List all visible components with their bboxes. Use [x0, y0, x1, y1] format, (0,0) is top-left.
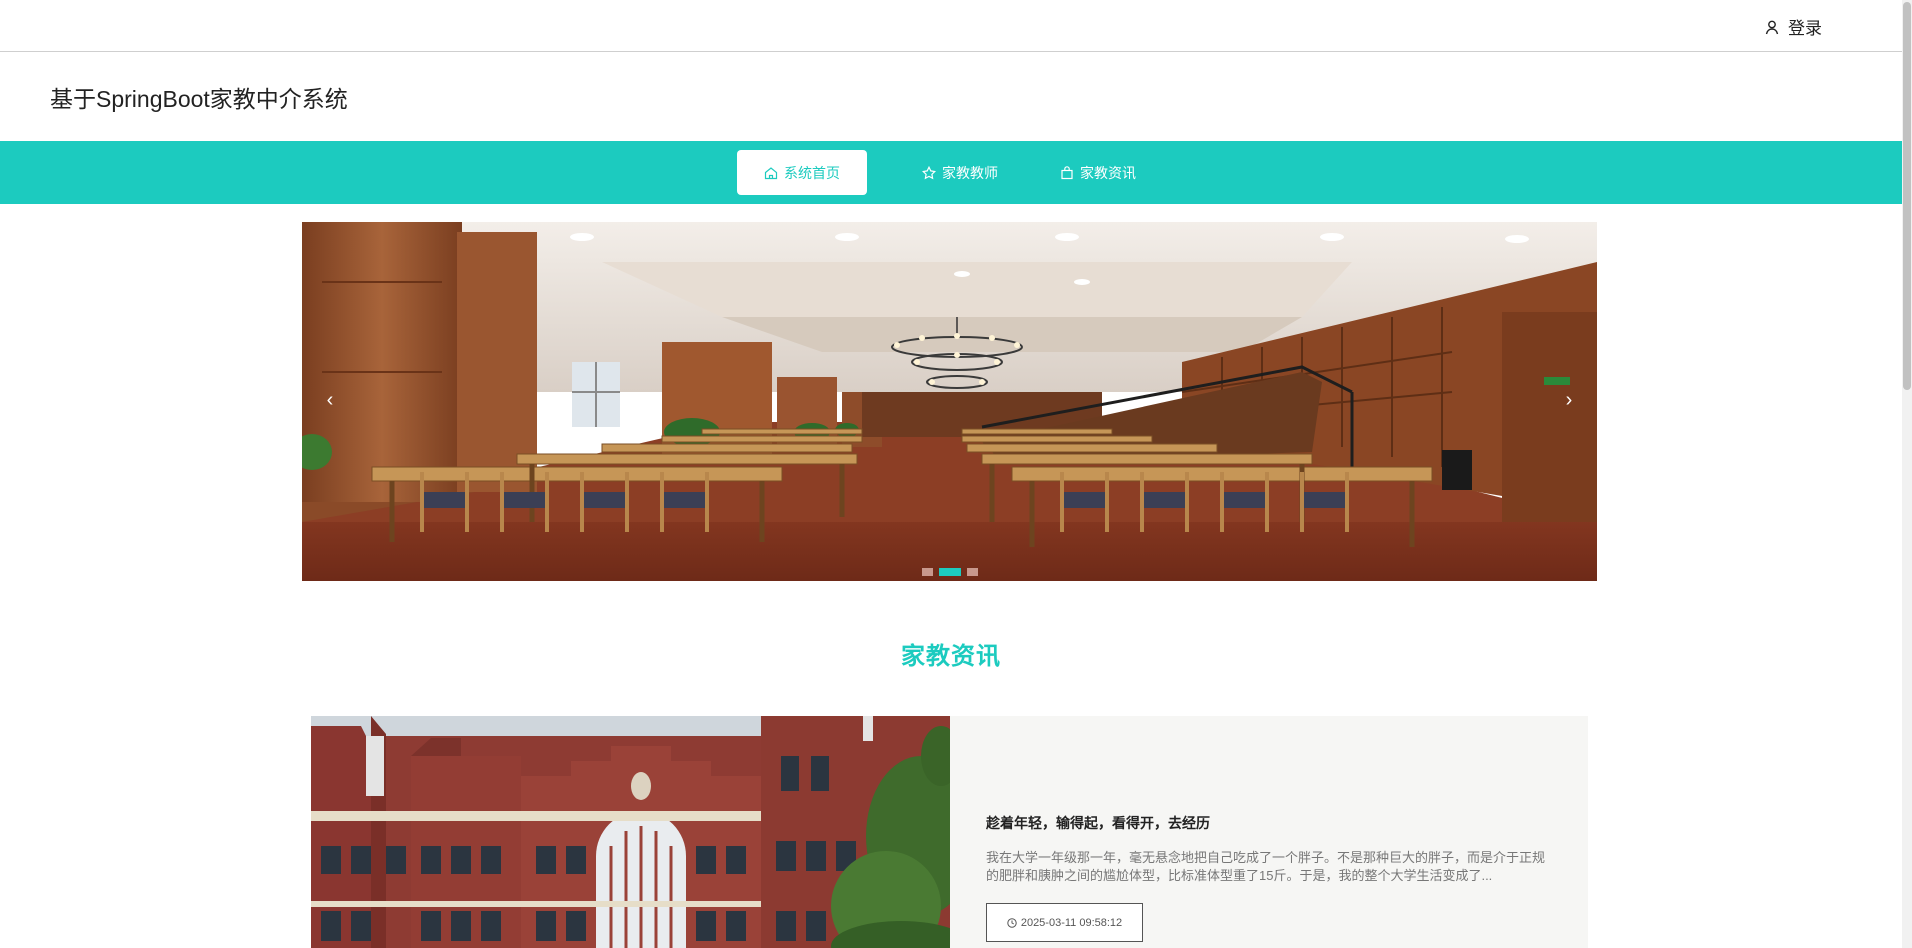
clock-icon [1007, 917, 1017, 928]
news-card[interactable]: 趁着年轻，输得起，看得开，去经历 我在大学一年级那一年，毫无悬念地把自己吃成了一… [311, 716, 1588, 948]
nav-item-teachers[interactable]: 家教教师 [895, 150, 1025, 195]
nav-item-label: 家教资讯 [1080, 164, 1136, 181]
news-thumbnail-image [311, 716, 950, 948]
carousel-dot-2[interactable] [938, 568, 961, 576]
site-title: 基于SpringBoot家教中介系统 [50, 86, 348, 112]
news-date-badge: 2025-03-11 09:58:12 [986, 903, 1143, 942]
news-description: 我在大学一年级那一年，毫无悬念地把自己吃成了一个胖子。不是那种巨大的胖子，而是介… [986, 850, 1546, 883]
carousel-dot-1[interactable] [921, 568, 933, 576]
news-title[interactable]: 趁着年轻，输得起，看得开，去经历 [986, 813, 1210, 833]
page-scrollbar[interactable] [1902, 0, 1912, 948]
site-header: 基于SpringBoot家教中介系统 [0, 52, 1902, 141]
banner-carousel[interactable]: ‹ › [302, 222, 1597, 581]
bag-icon [1061, 165, 1073, 179]
user-icon [1765, 20, 1779, 34]
top-bar: 登录 [0, 0, 1902, 52]
nav-item-news[interactable]: 家教资讯 [1033, 150, 1163, 195]
news-section-title: 家教资讯 [901, 643, 1001, 670]
login-label: 登录 [1788, 19, 1822, 38]
library-hall-image [302, 222, 1597, 581]
home-icon [764, 166, 778, 179]
nav-item-home[interactable]: 系统首页 [737, 150, 867, 195]
carousel-prev-arrow[interactable]: ‹ [312, 382, 348, 418]
carousel-indicators [302, 568, 1597, 576]
news-date-text: 2025-03-11 09:58:12 [1020, 916, 1123, 929]
star-icon [922, 165, 936, 179]
scrollbar-thumb[interactable] [1903, 2, 1911, 390]
nav-item-label: 系统首页 [784, 164, 840, 181]
login-link[interactable]: 登录 [1764, 14, 1822, 39]
carousel-dot-3[interactable] [966, 568, 978, 576]
carousel-next-arrow[interactable]: › [1551, 382, 1587, 418]
main-nav: 系统首页 家教教师 家教资讯 [0, 141, 1902, 204]
nav-item-label: 家教教师 [942, 164, 998, 181]
